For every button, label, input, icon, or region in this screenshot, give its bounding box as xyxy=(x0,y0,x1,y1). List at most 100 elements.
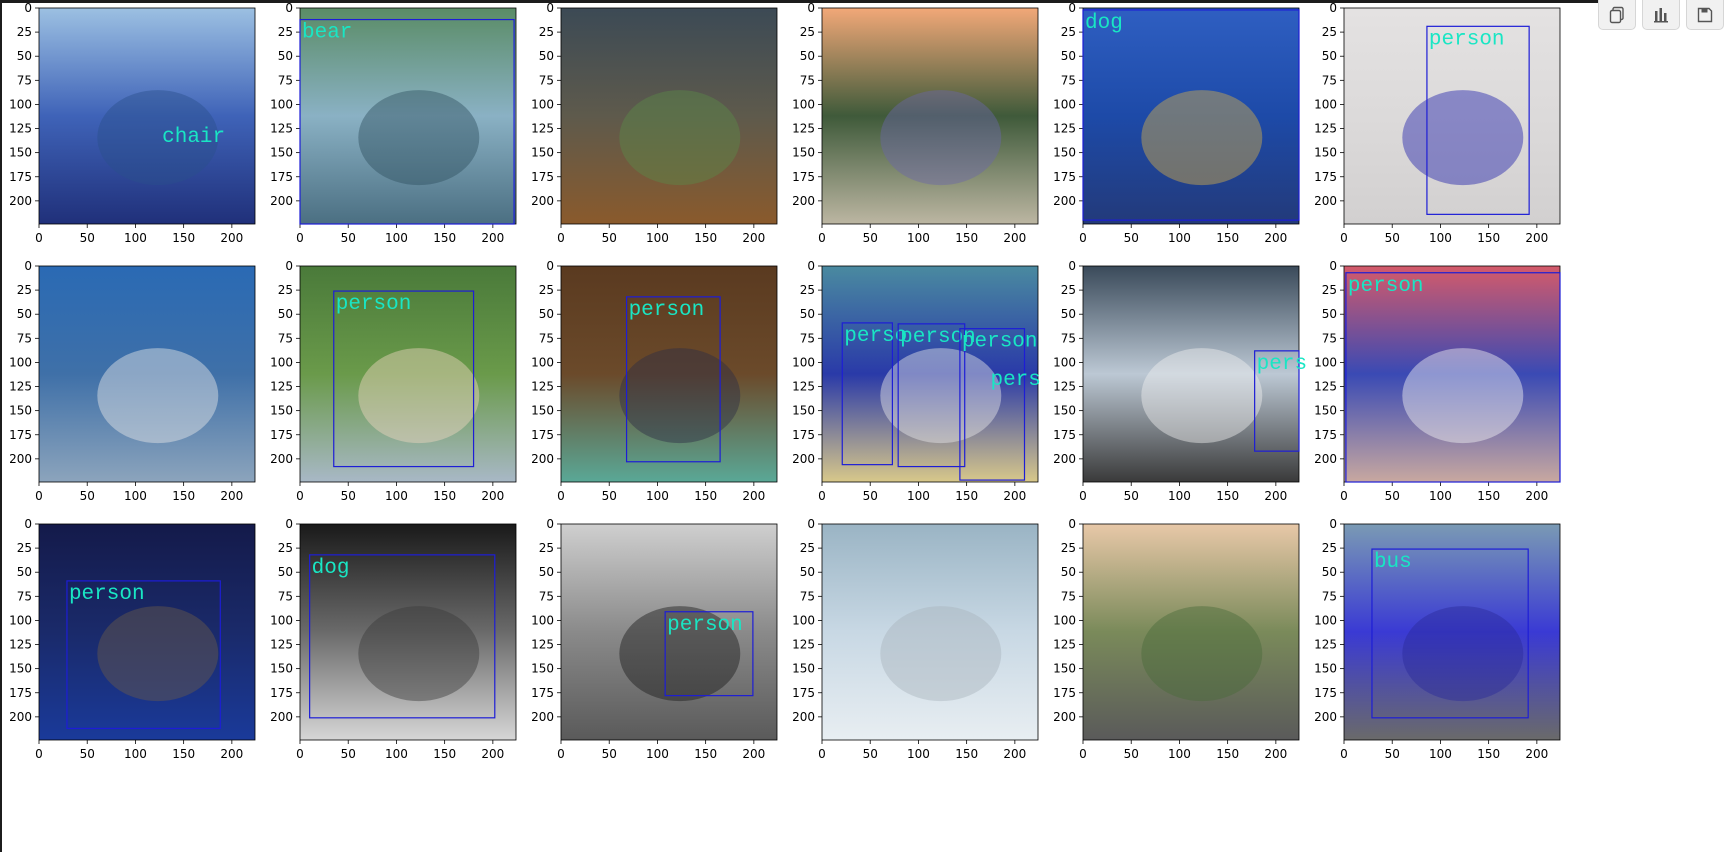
y-tick-label: 0 xyxy=(807,1,815,15)
y-tick-label: 75 xyxy=(800,331,815,345)
y-tick-label: 125 xyxy=(792,122,815,136)
subplot-6: 0 25 50 75 100 125 150 175 200 0 50 100 150 200 person xyxy=(1314,1,1561,245)
y-tick-label: 200 xyxy=(531,710,554,724)
y-tick-label: 175 xyxy=(270,428,293,442)
y-tick-label: 100 xyxy=(9,355,32,369)
x-tick-label: 50 xyxy=(80,231,95,245)
copy-button[interactable] xyxy=(1598,0,1636,30)
y-tick-label: 75 xyxy=(800,589,815,603)
y-tick-label: 50 xyxy=(1322,565,1337,579)
y-tick-label: 0 xyxy=(546,259,554,273)
detection-label: person xyxy=(336,293,412,316)
x-tick-label: 200 xyxy=(1525,489,1548,503)
y-tick-label: 150 xyxy=(531,662,554,676)
save-icon xyxy=(1697,7,1713,22)
y-tick-label: 200 xyxy=(792,452,815,466)
y-tick-label: 150 xyxy=(1314,146,1337,160)
x-tick-label: 150 xyxy=(955,489,978,503)
y-tick-label: 50 xyxy=(1322,307,1337,321)
subplot-1: 0 25 50 75 100 125 150 175 200 0 50 100 150 200 chair xyxy=(9,1,256,245)
subplot-3: 0 25 50 75 100 125 150 175 200 0 50 100 150 200 xyxy=(531,1,778,245)
y-tick-label: 75 xyxy=(539,589,554,603)
y-tick-label: 50 xyxy=(278,565,293,579)
x-tick-label: 0 xyxy=(1079,231,1087,245)
x-tick-label: 100 xyxy=(124,747,147,761)
y-tick-label: 0 xyxy=(807,517,815,531)
y-tick-label: 125 xyxy=(1314,122,1337,136)
y-tick-label: 0 xyxy=(1329,1,1337,15)
x-tick-label: 150 xyxy=(433,489,456,503)
y-tick-label: 150 xyxy=(270,662,293,676)
y-tick-label: 200 xyxy=(270,452,293,466)
y-tick-label: 150 xyxy=(1053,662,1076,676)
x-tick-label: 200 xyxy=(481,489,504,503)
image-subject xyxy=(619,348,741,444)
y-tick-label: 100 xyxy=(531,97,554,111)
x-tick-label: 200 xyxy=(220,747,243,761)
x-tick-label: 50 xyxy=(602,747,617,761)
image-subject xyxy=(1141,348,1263,444)
save-button[interactable] xyxy=(1686,0,1724,30)
y-tick-label: 100 xyxy=(1053,355,1076,369)
x-tick-label: 200 xyxy=(1264,489,1287,503)
x-tick-label: 100 xyxy=(124,231,147,245)
y-tick-label: 175 xyxy=(792,428,815,442)
x-tick-label: 50 xyxy=(341,747,356,761)
y-tick-label: 125 xyxy=(1053,122,1076,136)
x-tick-label: 50 xyxy=(1124,747,1139,761)
y-tick-label: 175 xyxy=(9,686,32,700)
y-tick-label: 100 xyxy=(1314,613,1337,627)
subplot-17: 0 25 50 75 100 125 150 175 200 0 50 100 150 200 xyxy=(1053,517,1300,761)
subplot-2: 0 25 50 75 100 125 150 175 200 0 50 100 150 200 bear xyxy=(270,1,517,245)
y-tick-label: 50 xyxy=(1061,49,1076,63)
y-tick-label: 125 xyxy=(9,638,32,652)
x-tick-label: 150 xyxy=(433,231,456,245)
y-tick-label: 25 xyxy=(539,283,554,297)
chart-button[interactable] xyxy=(1642,0,1680,30)
x-tick-label: 100 xyxy=(124,489,147,503)
detection-label: pers xyxy=(1257,353,1307,376)
x-tick-label: 150 xyxy=(694,489,717,503)
x-tick-label: 0 xyxy=(557,489,565,503)
y-tick-label: 50 xyxy=(17,49,32,63)
y-tick-label: 200 xyxy=(9,194,32,208)
y-tick-label: 175 xyxy=(9,170,32,184)
subplot-5: 0 25 50 75 100 125 150 175 200 0 50 100 150 200 dog xyxy=(1053,1,1300,245)
y-tick-label: 75 xyxy=(278,331,293,345)
subplot-10: 02550751001251501752000 50 100 150 200persop… xyxy=(792,259,1041,503)
y-tick-label: 25 xyxy=(800,25,815,39)
subplot-4: 0 25 50 75 100 125 150 175 200 0 50 100 150 200 xyxy=(792,1,1039,245)
y-tick-label: 125 xyxy=(270,122,293,136)
y-tick-label: 150 xyxy=(270,404,293,418)
image-subject xyxy=(1402,348,1524,444)
x-tick-label: 150 xyxy=(1477,489,1500,503)
subplot-15: 0 25 50 75 100 125 150 175 200 0 50 100 150 200 person xyxy=(531,517,778,761)
y-tick-label: 25 xyxy=(539,25,554,39)
x-tick-label: 50 xyxy=(602,489,617,503)
y-tick-label: 50 xyxy=(1061,565,1076,579)
image-subject xyxy=(880,90,1002,186)
x-tick-label: 100 xyxy=(1429,747,1452,761)
image-subject xyxy=(1402,90,1524,186)
detection-figure-grid: 02550751001251501752000 50 100 150 200chair0… xyxy=(9,1,1561,761)
x-tick-label: 150 xyxy=(955,231,978,245)
y-tick-label: 50 xyxy=(17,307,32,321)
x-tick-label: 0 xyxy=(35,747,43,761)
y-tick-label: 200 xyxy=(9,452,32,466)
y-tick-label: 0 xyxy=(24,517,32,531)
y-tick-label: 150 xyxy=(792,404,815,418)
detection-label: person xyxy=(962,331,1038,354)
y-tick-label: 0 xyxy=(1068,1,1076,15)
y-tick-label: 175 xyxy=(1053,686,1076,700)
y-tick-label: 200 xyxy=(1053,194,1076,208)
x-tick-label: 150 xyxy=(1477,747,1500,761)
y-tick-label: 25 xyxy=(1061,25,1076,39)
x-tick-label: 50 xyxy=(1385,231,1400,245)
y-tick-label: 100 xyxy=(1053,97,1076,111)
y-tick-label: 100 xyxy=(1053,613,1076,627)
x-tick-label: 150 xyxy=(1216,231,1239,245)
x-tick-label: 200 xyxy=(481,231,504,245)
y-tick-label: 25 xyxy=(539,541,554,555)
y-tick-label: 0 xyxy=(1329,259,1337,273)
x-tick-label: 100 xyxy=(646,231,669,245)
